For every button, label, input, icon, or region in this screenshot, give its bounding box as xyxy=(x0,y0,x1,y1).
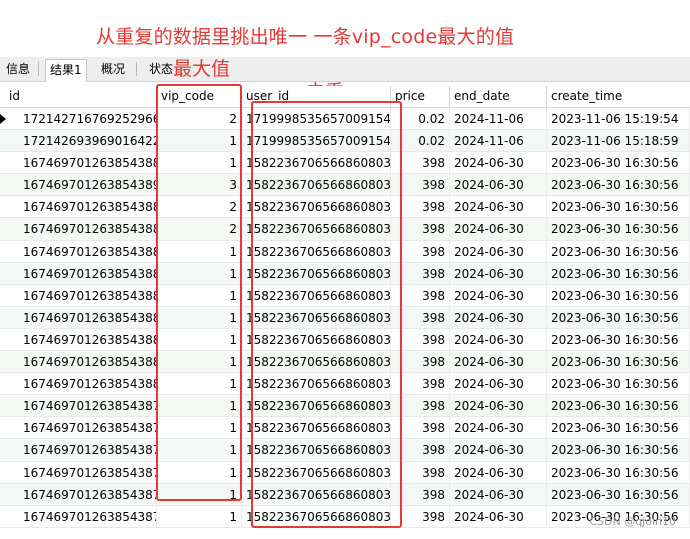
tab-separator xyxy=(136,62,137,76)
header-end-date[interactable]: end_date xyxy=(450,86,547,107)
cell-id[interactable]: 1674697012638543883 xyxy=(5,152,157,175)
cell-id[interactable]: 1674697012638543889 xyxy=(5,196,157,219)
max-value-label: 最大值 xyxy=(173,58,231,80)
cell-create-time[interactable]: 2023-06-30 16:30:56 xyxy=(547,196,690,219)
header-create-time[interactable]: create_time xyxy=(547,86,690,107)
cell-end-date[interactable]: 2024-11-06 xyxy=(450,130,547,153)
tab-result1[interactable]: 结果1 xyxy=(45,59,87,82)
cell-end-date[interactable]: 2024-06-30 xyxy=(450,306,547,329)
cell-end-date[interactable]: 2024-06-30 xyxy=(450,152,547,175)
cell-id[interactable]: 1674697012638543879 xyxy=(5,395,157,418)
cell-end-date[interactable]: 2024-11-06 xyxy=(450,108,547,130)
cell-create-time[interactable]: 2023-06-30 16:30:56 xyxy=(547,174,690,197)
cell-id[interactable]: 1674697012638543885 xyxy=(5,284,157,307)
cell-id[interactable]: 1674697012638543880 xyxy=(5,373,157,396)
cell-create-time[interactable]: 2023-06-30 16:30:56 xyxy=(547,351,690,374)
cell-id[interactable]: 1721427167692529666 xyxy=(5,108,157,130)
cell-id[interactable]: 1674697012638543888 xyxy=(5,218,157,241)
annotation-title: 从重复的数据里挑出唯一 一条vip_code最大的值 xyxy=(96,26,515,48)
cell-id[interactable]: 1674697012638543877 xyxy=(5,439,157,462)
cell-id[interactable]: 1674697012638543878 xyxy=(5,417,157,440)
cell-create-time[interactable]: 2023-06-30 16:30:56 xyxy=(547,152,690,175)
cell-end-date[interactable]: 2024-06-30 xyxy=(450,505,547,528)
cell-create-time[interactable]: 2023-06-30 16:30:56 xyxy=(547,373,690,396)
cell-end-date[interactable]: 2024-06-30 xyxy=(450,461,547,484)
cell-create-time[interactable]: 2023-06-30 16:30:56 xyxy=(547,262,690,285)
cell-id[interactable]: 1674697012638543890 xyxy=(5,174,157,197)
cell-id[interactable]: 1674697012638543881 xyxy=(5,351,157,374)
cell-end-date[interactable]: 2024-06-30 xyxy=(450,395,547,418)
cell-id[interactable]: 1674697012638543887 xyxy=(5,240,157,263)
cell-id[interactable]: 1721426939690164226 xyxy=(5,130,157,153)
cell-id[interactable]: 1674697012638543876 xyxy=(5,461,157,484)
cell-create-time[interactable]: 2023-06-30 16:30:56 xyxy=(547,328,690,351)
cell-create-time[interactable]: 2023-06-30 16:30:56 xyxy=(547,483,690,506)
cell-end-date[interactable]: 2024-06-30 xyxy=(450,439,547,462)
cell-id[interactable]: 1674697012638543884 xyxy=(5,306,157,329)
cell-create-time[interactable]: 2023-06-30 16:30:56 xyxy=(547,218,690,241)
tab-separator xyxy=(38,62,39,76)
cell-end-date[interactable]: 2024-06-30 xyxy=(450,483,547,506)
cell-end-date[interactable]: 2024-06-30 xyxy=(450,218,547,241)
cell-create-time[interactable]: 2023-06-30 16:30:56 xyxy=(547,395,690,418)
cell-create-time[interactable]: 2023-06-30 16:30:56 xyxy=(547,240,690,263)
cell-create-time[interactable]: 2023-06-30 16:30:56 xyxy=(547,417,690,440)
cell-end-date[interactable]: 2024-06-30 xyxy=(450,328,547,351)
cell-end-date[interactable]: 2024-06-30 xyxy=(450,196,547,219)
cell-end-date[interactable]: 2024-06-30 xyxy=(450,373,547,396)
user-id-highlight-box xyxy=(251,101,402,528)
watermark: CSDN @qjoin10 xyxy=(589,515,676,528)
tab-info[interactable]: 信息 xyxy=(2,59,34,80)
result-tab-bar: 信息 结果1 概况 状态 xyxy=(0,57,690,82)
cell-create-time[interactable]: 2023-06-30 16:30:56 xyxy=(547,439,690,462)
cell-vip-code[interactable]: 1 xyxy=(157,505,242,528)
cell-id[interactable]: 1674697012638543875 xyxy=(5,483,157,506)
cell-create-time[interactable]: 2023-06-30 16:30:56 xyxy=(547,284,690,307)
cell-end-date[interactable]: 2024-06-30 xyxy=(450,417,547,440)
cell-create-time[interactable]: 2023-06-30 16:30:56 xyxy=(547,306,690,329)
cell-create-time[interactable]: 2023-06-30 16:30:56 xyxy=(547,461,690,484)
cell-id[interactable]: 1674697012638543882 xyxy=(5,328,157,351)
vip-code-highlight-box xyxy=(156,84,242,501)
header-id[interactable]: id xyxy=(5,86,157,107)
cell-end-date[interactable]: 2024-06-30 xyxy=(450,262,547,285)
cell-create-time[interactable]: 2023-11-06 15:19:54 xyxy=(547,108,690,130)
cell-id[interactable]: 1674697012638543874 xyxy=(5,505,157,528)
cell-end-date[interactable]: 2024-06-30 xyxy=(450,174,547,197)
cell-create-time[interactable]: 2023-11-06 15:18:59 xyxy=(547,130,690,153)
cell-end-date[interactable]: 2024-06-30 xyxy=(450,284,547,307)
cell-id[interactable]: 1674697012638543886 xyxy=(5,262,157,285)
cell-end-date[interactable]: 2024-06-30 xyxy=(450,240,547,263)
cell-end-date[interactable]: 2024-06-30 xyxy=(450,351,547,374)
tab-overview[interactable]: 概况 xyxy=(97,59,129,80)
